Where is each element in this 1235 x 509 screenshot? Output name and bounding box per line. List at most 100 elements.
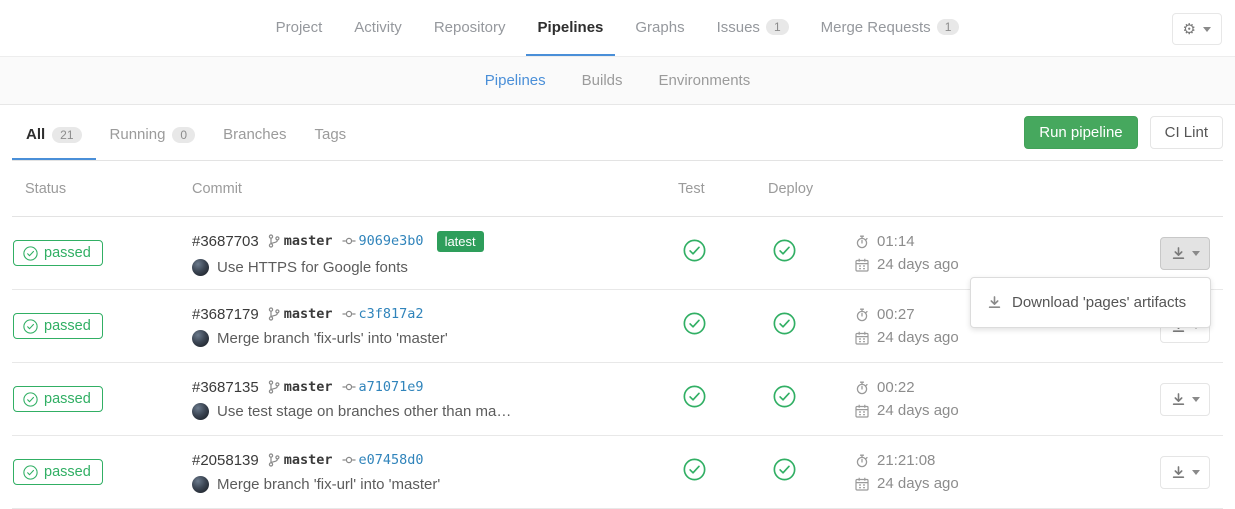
check-circle-icon	[683, 239, 706, 262]
subnav-builds[interactable]: Builds	[569, 72, 636, 89]
pipeline-age: 24 days ago	[877, 256, 959, 273]
avatar	[192, 403, 209, 420]
tab-graphs[interactable]: Graphs	[623, 0, 696, 56]
project-settings-button[interactable]: ⚙	[1172, 13, 1222, 45]
test-stage-status[interactable]	[683, 458, 706, 481]
ci-sub-nav: Pipelines Builds Environments	[0, 57, 1235, 105]
artifacts-download-button[interactable]	[1160, 383, 1210, 416]
branch-link[interactable]: master	[284, 379, 333, 395]
status-badge[interactable]: passed	[13, 386, 103, 412]
commit-sha-link[interactable]: 9069e3b0	[359, 233, 424, 249]
chevron-down-icon	[1192, 397, 1200, 402]
avatar	[192, 330, 209, 347]
stopwatch-icon	[855, 381, 869, 395]
subnav-pipelines[interactable]: Pipelines	[472, 72, 559, 89]
tab-merge-requests[interactable]: Merge Requests 1	[809, 0, 972, 56]
deploy-stage-status[interactable]	[773, 239, 796, 262]
test-stage-status[interactable]	[683, 239, 706, 262]
download-icon	[1171, 392, 1186, 407]
check-circle-icon	[23, 465, 38, 480]
calendar-icon	[855, 404, 869, 418]
header-status: Status	[12, 181, 192, 197]
check-circle-icon	[683, 385, 706, 408]
commit-message-link[interactable]: Use test stage on branches other than ma…	[217, 403, 511, 420]
commit-icon	[342, 382, 356, 392]
commit-sha-link[interactable]: c3f817a2	[359, 306, 424, 322]
check-circle-icon	[773, 239, 796, 262]
branch-icon	[268, 380, 280, 394]
commit-message-link[interactable]: Use HTTPS for Google fonts	[217, 259, 408, 276]
chevron-down-icon	[1192, 251, 1200, 256]
pipeline-id-link[interactable]: #3687703	[192, 233, 259, 250]
tab-running[interactable]: Running 0	[96, 105, 210, 160]
calendar-icon	[855, 331, 869, 345]
avatar	[192, 259, 209, 276]
tab-activity[interactable]: Activity	[342, 0, 414, 56]
issues-count-badge: 1	[766, 19, 789, 35]
chevron-down-icon	[1192, 470, 1200, 475]
status-badge[interactable]: passed	[13, 240, 103, 266]
branch-link[interactable]: master	[284, 306, 333, 322]
commit-icon	[342, 236, 356, 246]
toolbar-actions: Run pipeline CI Lint	[1024, 116, 1223, 149]
commit-sha-link[interactable]: a71071e9	[359, 379, 424, 395]
pipelines-table: Status Commit Test Deploy passed #368770…	[12, 161, 1223, 509]
test-stage-status[interactable]	[683, 385, 706, 408]
header-commit: Commit	[192, 181, 668, 197]
commit-sha-link[interactable]: e07458d0	[359, 452, 424, 468]
deploy-stage-status[interactable]	[773, 385, 796, 408]
artifacts-download-button[interactable]	[1160, 237, 1210, 270]
pipeline-id-link[interactable]: #3687135	[192, 379, 259, 396]
run-pipeline-button[interactable]: Run pipeline	[1024, 116, 1137, 149]
check-circle-icon	[23, 319, 38, 334]
table-header-row: Status Commit Test Deploy	[12, 161, 1223, 217]
tab-all[interactable]: All 21	[12, 105, 96, 160]
pipelines-toolbar: All 21 Running 0 Branches Tags Run pipel…	[12, 105, 1223, 161]
deploy-stage-status[interactable]	[773, 458, 796, 481]
branch-icon	[268, 234, 280, 248]
check-circle-icon	[683, 458, 706, 481]
pipeline-id-link[interactable]: #2058139	[192, 452, 259, 469]
project-top-nav: Project Activity Repository Pipelines Gr…	[0, 0, 1235, 57]
pipeline-filter-tabs: All 21 Running 0 Branches Tags	[12, 105, 360, 160]
tab-issues[interactable]: Issues 1	[705, 0, 801, 56]
artifacts-dropdown-menu: Download 'pages' artifacts	[970, 277, 1211, 328]
check-circle-icon	[23, 392, 38, 407]
ci-lint-button[interactable]: CI Lint	[1150, 116, 1223, 149]
check-circle-icon	[773, 458, 796, 481]
chevron-down-icon	[1203, 27, 1211, 32]
commit-icon	[342, 309, 356, 319]
pipeline-age: 24 days ago	[877, 475, 959, 492]
tab-pipelines[interactable]: Pipelines	[526, 0, 616, 56]
download-pages-artifacts-item[interactable]: Download 'pages' artifacts	[971, 286, 1210, 319]
pipeline-id-link[interactable]: #3687179	[192, 306, 259, 323]
calendar-icon	[855, 258, 869, 272]
stopwatch-icon	[855, 454, 869, 468]
branch-link[interactable]: master	[284, 233, 333, 249]
pipeline-age: 24 days ago	[877, 402, 959, 419]
pipeline-duration: 21:21:08	[877, 452, 935, 469]
status-badge[interactable]: passed	[13, 459, 103, 485]
subnav-environments[interactable]: Environments	[646, 72, 764, 89]
commit-message-link[interactable]: Merge branch 'fix-urls' into 'master'	[217, 330, 448, 347]
check-circle-icon	[773, 385, 796, 408]
tab-branches[interactable]: Branches	[209, 105, 300, 160]
test-stage-status[interactable]	[683, 312, 706, 335]
check-circle-icon	[23, 246, 38, 261]
pipeline-row: passed #3687703 master 9069e3b0	[12, 217, 1223, 290]
download-icon	[1171, 465, 1186, 480]
artifacts-download-button[interactable]	[1160, 456, 1210, 489]
check-circle-icon	[773, 312, 796, 335]
status-badge[interactable]: passed	[13, 313, 103, 339]
stopwatch-icon	[855, 235, 869, 249]
tab-repository[interactable]: Repository	[422, 0, 518, 56]
tab-tags[interactable]: Tags	[300, 105, 360, 160]
deploy-stage-status[interactable]	[773, 312, 796, 335]
commit-message-link[interactable]: Merge branch 'fix-url' into 'master'	[217, 476, 440, 493]
branch-link[interactable]: master	[284, 452, 333, 468]
latest-badge: latest	[437, 231, 484, 252]
tab-project[interactable]: Project	[264, 0, 335, 56]
calendar-icon	[855, 477, 869, 491]
merge-requests-count-badge: 1	[937, 19, 960, 35]
avatar	[192, 476, 209, 493]
